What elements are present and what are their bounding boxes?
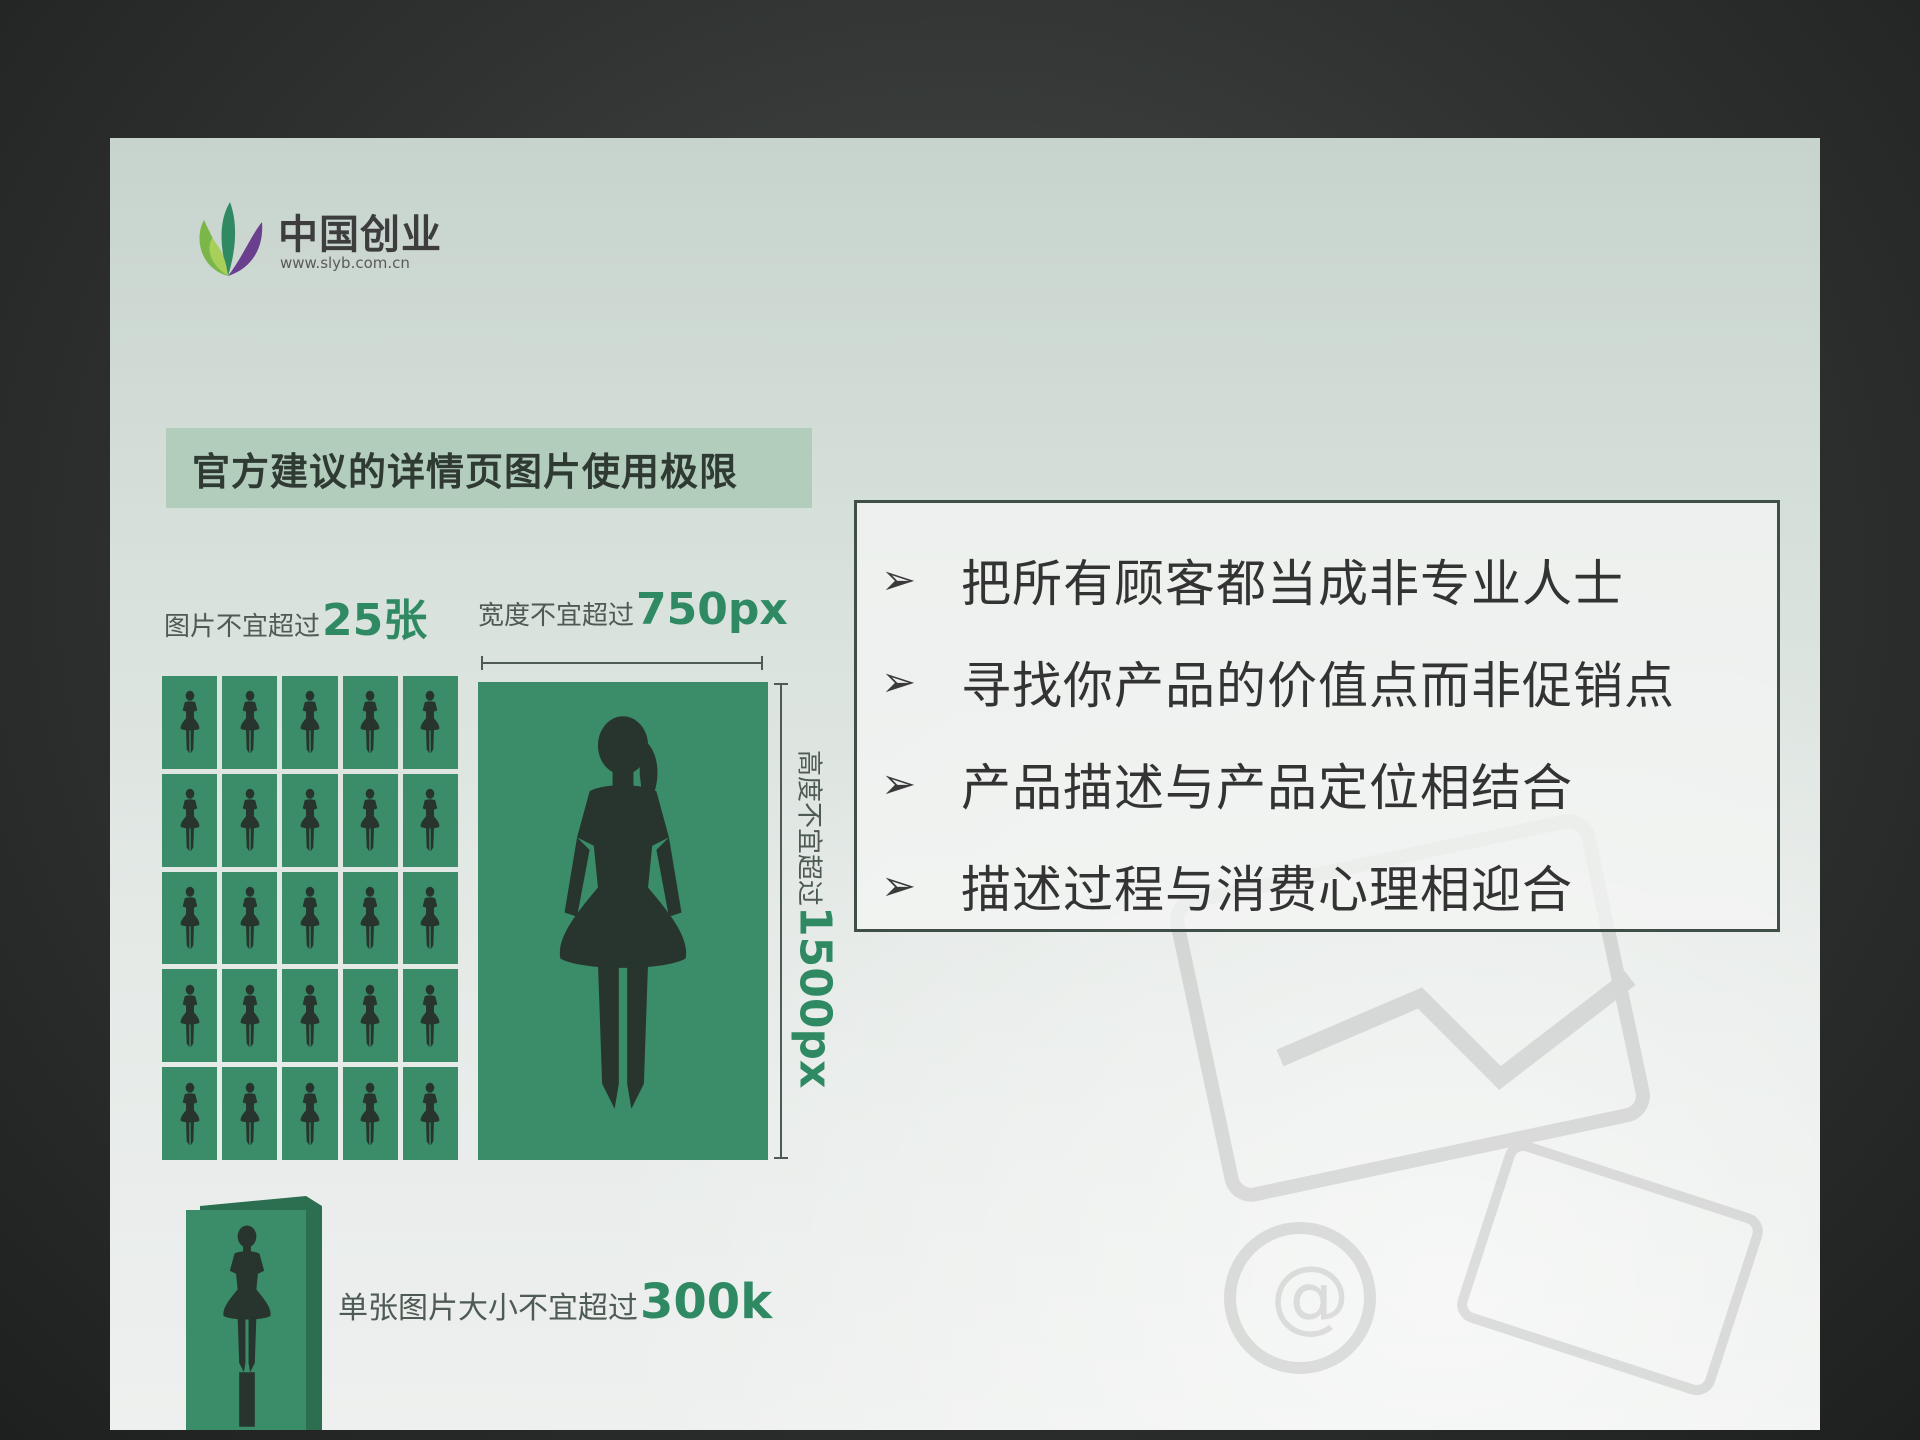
woman-silhouette-icon [300, 691, 320, 754]
logo-flower-icon [199, 202, 263, 276]
woman-silhouette-icon [360, 789, 380, 852]
thumbnail-grid [162, 676, 458, 1160]
woman-silhouette-icon [180, 789, 199, 852]
width-limit-value: 750px [636, 584, 788, 635]
thumbnail-cell [402, 969, 458, 1063]
woman-silhouette-icon [421, 886, 440, 950]
woman-silhouette-icon [421, 1082, 440, 1145]
height-limit-prefix: 高度不宜超过 [793, 750, 824, 907]
woman-silhouette-icon [300, 984, 320, 1048]
woman-silhouette-icon [360, 886, 380, 950]
bullet-item: ➢ 描述过程与消费心理相迎合 [881, 835, 1777, 937]
bullet-arrow-icon: ➢ [881, 555, 917, 604]
woman-silhouette-icon [421, 984, 440, 1048]
woman-silhouette-icon [360, 1082, 380, 1145]
woman-silhouette-icon [240, 984, 260, 1048]
bullet-arrow-icon: ➢ [881, 759, 917, 808]
single-image-book-illustration [186, 1196, 322, 1430]
thumbnail-cell [162, 773, 218, 867]
bullet-arrow-icon: ➢ [881, 861, 917, 910]
thumbnail-cell [162, 871, 218, 965]
woman-silhouette-icon [421, 789, 440, 852]
thumbnail-cell [222, 871, 278, 965]
height-limit-value: 1500px [789, 906, 841, 1089]
file-size-prefix: 单张图片大小不宜超过 [338, 1291, 638, 1326]
bullet-item: ➢ 寻找你产品的价值点而非促销点 [881, 631, 1777, 733]
thumbnail-cell [282, 1067, 338, 1160]
woman-silhouette-icon [180, 886, 199, 950]
bullet-text: 把所有顾客都当成非专业人士 [961, 555, 1624, 613]
woman-silhouette-icon [240, 886, 260, 950]
woman-silhouette-icon [300, 886, 320, 950]
woman-silhouette-icon [300, 789, 320, 852]
thumbnail-cell [342, 773, 398, 867]
woman-silhouette-icon [300, 1082, 320, 1145]
bullet-item: ➢ 把所有顾客都当成非专业人士 [881, 529, 1777, 631]
thumbnail-cell [222, 773, 278, 867]
thumbnail-cell [402, 773, 458, 867]
thumbnail-cell [222, 969, 278, 1063]
file-size-label: 单张图片大小不宜超过300k [338, 1274, 772, 1330]
thumbnail-cell [282, 676, 338, 769]
thumbnail-cell [342, 676, 398, 769]
thumbnail-cell [342, 969, 398, 1063]
thumbnail-cell [222, 1067, 278, 1160]
woman-silhouette-icon [240, 789, 260, 852]
company-logo: 中国创业 www.slyb.com.cn [190, 198, 510, 288]
bullet-text: 描述过程与消费心理相迎合 [961, 861, 1573, 919]
woman-silhouette-icon [360, 691, 380, 754]
woman-silhouette-icon [240, 1082, 260, 1145]
bullet-arrow-icon: ➢ [881, 657, 917, 706]
file-size-value: 300k [640, 1274, 773, 1330]
thumbnail-cell [222, 676, 278, 769]
woman-silhouette-icon [559, 716, 687, 1109]
thumbnail-cell [162, 969, 218, 1063]
height-limit-label: 高度不宜超过1500px [780, 750, 850, 1170]
thumbnail-cell [162, 676, 218, 769]
image-count-prefix: 图片不宜超过 [164, 612, 321, 642]
woman-silhouette-icon [360, 984, 380, 1048]
width-limit-label: 宽度不宜超过750px [478, 584, 788, 635]
thumbnail-cell [402, 1067, 458, 1160]
logo-name: 中国创业 [278, 212, 442, 258]
woman-silhouette-icon [180, 691, 199, 754]
logo-url: www.slyb.com.cn [280, 254, 410, 272]
woman-silhouette-icon [180, 984, 199, 1048]
bullet-text: 产品描述与产品定位相结合 [961, 759, 1573, 817]
large-image-panel [478, 682, 768, 1160]
thumbnail-cell [282, 773, 338, 867]
woman-silhouette-icon [421, 691, 440, 754]
thumbnail-cell [342, 871, 398, 965]
thumbnail-cell [282, 871, 338, 965]
bullet-points-box: ➢ 把所有顾客都当成非专业人士 ➢ 寻找你产品的价值点而非促销点 ➢ 产品描述与产品定位相… [854, 500, 1780, 932]
bullet-item: ➢ 产品描述与产品定位相结合 [881, 733, 1777, 835]
projection-room: @ 中国创业 www.slyb.com.cn 官方建议的详情页图片使用极限 图片… [0, 0, 1920, 1440]
woman-silhouette-icon [180, 1082, 199, 1145]
svg-text:@: @ [1270, 1249, 1350, 1342]
presentation-slide: @ 中国创业 www.slyb.com.cn 官方建议的详情页图片使用极限 图片… [110, 138, 1820, 1430]
image-count-value: 25张 [322, 595, 428, 646]
woman-silhouette-icon [240, 691, 260, 754]
thumbnail-cell [402, 871, 458, 965]
thumbnail-cell [162, 1067, 218, 1160]
slide-title-banner: 官方建议的详情页图片使用极限 [166, 428, 812, 508]
thumbnail-cell [402, 676, 458, 769]
width-limit-prefix: 宽度不宜超过 [478, 601, 635, 631]
thumbnail-cell [282, 969, 338, 1063]
bullet-text: 寻找你产品的价值点而非促销点 [961, 657, 1675, 715]
slide-title: 官方建议的详情页图片使用极限 [192, 449, 739, 494]
image-count-label: 图片不宜超过25张 [164, 584, 427, 648]
thumbnail-cell [342, 1067, 398, 1160]
width-dimension-line [481, 656, 763, 670]
